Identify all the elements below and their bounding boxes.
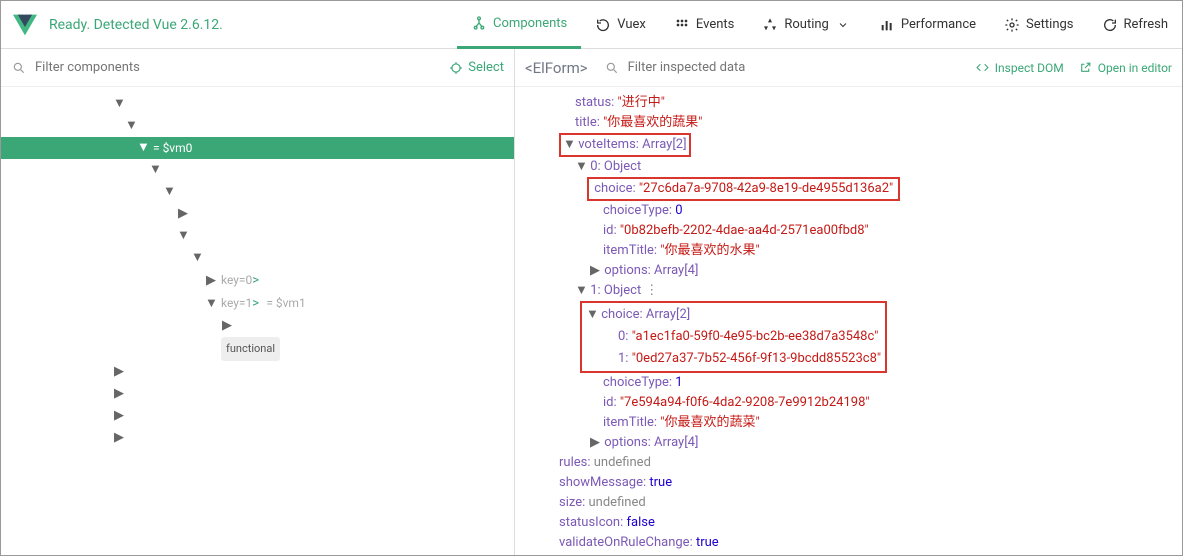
twist-icon[interactable]: ▶ [113, 383, 125, 405]
routing-icon [762, 17, 778, 33]
tab-events[interactable]: Events [660, 1, 748, 49]
filter-inspected-input[interactable] [628, 60, 967, 75]
components-filter-bar: Select [1, 49, 514, 87]
twist-icon[interactable]: ▼ [163, 181, 175, 203]
component-tree[interactable]: ▼ ▼ ▼ = $vm0▼ ▼ ▶ ▼ ▼ ▶ key=0>▼ key=1> =… [1, 87, 514, 555]
twist-icon[interactable]: ▼ [563, 135, 575, 155]
twist-icon[interactable]: ▶ [113, 405, 125, 427]
tree-node[interactable]: ▶ [1, 405, 514, 427]
settings-icon [1004, 17, 1020, 33]
twist-icon[interactable]: ▼ [205, 293, 217, 315]
tab-settings[interactable]: Settings [990, 1, 1087, 49]
external-link-icon [1078, 60, 1094, 76]
twist-icon[interactable]: ▼ [575, 157, 587, 177]
components-panel: Select ▼ ▼ ▼ = $vm0▼ ▼ ▶ ▼ ▼ ▶ key=0>▼ k… [1, 49, 515, 555]
tree-node[interactable]: ▼ key=1> = $vm1 [1, 292, 514, 315]
tree-node[interactable]: functional [1, 337, 514, 361]
twist-icon[interactable]: ▼ [113, 93, 125, 115]
tree-node[interactable]: ▼ [1, 159, 514, 181]
twist-icon[interactable]: ▼ [191, 247, 203, 269]
top-toolbar: Ready. Detected Vue 2.6.12. Components V… [1, 1, 1182, 49]
tree-node[interactable]: ▼ [1, 115, 514, 137]
inspector-breadcrumb: <ElForm> [525, 59, 588, 77]
twist-icon[interactable]: ▼ [137, 137, 149, 159]
twist-icon[interactable]: ▼ [177, 225, 189, 247]
status-text: Ready. Detected Vue 2.6.12. [49, 17, 223, 33]
code-icon [975, 60, 991, 76]
tree-node[interactable]: ▶ [1, 427, 514, 449]
tree-node[interactable]: ▼ [1, 247, 514, 269]
components-icon [471, 15, 487, 31]
inspector-filter-bar: <ElForm> Inspect DOM Open in editor [515, 49, 1182, 87]
tab-refresh[interactable]: Refresh [1088, 1, 1182, 49]
tree-node[interactable]: ▼ [1, 181, 514, 203]
tree-node[interactable]: ▶ [1, 203, 514, 225]
open-editor-button[interactable]: Open in editor [1078, 60, 1172, 76]
tab-performance[interactable]: Performance [865, 1, 990, 49]
twist-icon[interactable]: ▶ [221, 315, 233, 337]
tree-node[interactable]: ▶ [1, 383, 514, 405]
functional-badge: functional [221, 337, 280, 361]
tab-components[interactable]: Components [457, 1, 581, 49]
performance-icon [879, 17, 895, 33]
tree-node[interactable]: ▼ = $vm0 [1, 137, 514, 159]
inspect-dom-button[interactable]: Inspect DOM [975, 60, 1064, 76]
filter-components-input[interactable] [35, 60, 440, 75]
tree-node[interactable]: ▶ [1, 361, 514, 383]
twist-icon[interactable]: ▶ [113, 361, 125, 383]
events-icon [674, 17, 690, 33]
target-icon [448, 60, 464, 76]
twist-icon[interactable]: ▶ [589, 261, 601, 281]
chevron-down-icon [835, 17, 851, 33]
twist-icon[interactable]: ▼ [575, 281, 587, 301]
twist-icon[interactable]: ▶ [113, 427, 125, 449]
twist-icon[interactable]: ▶ [589, 433, 601, 453]
tab-routing[interactable]: Routing [748, 1, 864, 49]
inspector-data[interactable]: status: "进行中" title: "你最喜欢的蔬果" ▼ voteIte… [515, 87, 1182, 555]
twist-icon[interactable]: ▼ [149, 159, 161, 181]
refresh-icon [1102, 17, 1118, 33]
tab-vuex[interactable]: Vuex [581, 1, 660, 49]
main-tabs: Components Vuex Events Routing Performan… [457, 1, 1182, 49]
tree-node[interactable]: ▶ [1, 315, 514, 337]
highlight-box: ▼ voteItems: Array[2] [559, 133, 691, 157]
twist-icon[interactable]: ▶ [177, 203, 189, 225]
tree-node[interactable]: ▼ [1, 225, 514, 247]
vuex-icon [595, 17, 611, 33]
select-component-button[interactable]: Select [448, 60, 504, 76]
highlight-box: choice: "27c6da7a-9708-42a9-8e19-de4955d… [587, 177, 900, 201]
inspector-panel: <ElForm> Inspect DOM Open in editor stat… [515, 49, 1182, 555]
vue-logo-icon [11, 11, 39, 39]
highlight-box: ▼ choice: Array[2] 0: "a1ec1fa0-59f0-4e9… [580, 301, 887, 373]
tree-node[interactable]: ▼ [1, 93, 514, 115]
twist-icon[interactable]: ▶ [205, 270, 217, 292]
search-icon [11, 60, 27, 76]
tree-node[interactable]: ▶ key=0> [1, 269, 514, 292]
search-icon [604, 60, 620, 76]
twist-icon[interactable]: ▼ [125, 115, 137, 137]
twist-icon[interactable]: ▼ [586, 304, 598, 326]
